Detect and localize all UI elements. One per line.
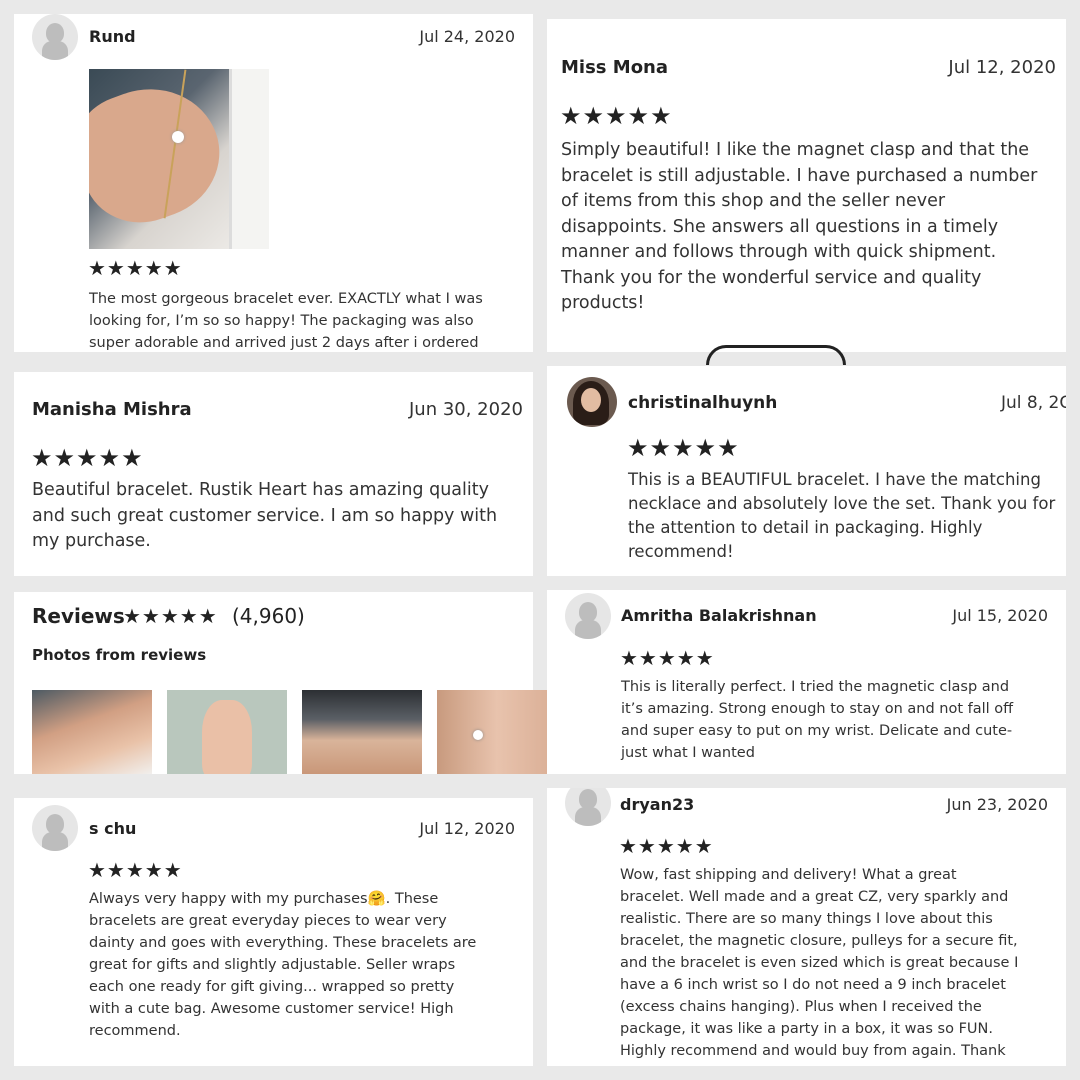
photos-from-reviews-label: Photos from reviews <box>32 646 207 664</box>
review-card-dryan23: dryan23 Jun 23, 2020 ★★★★★ Wow, fast shi… <box>547 788 1066 1066</box>
reviews-count: (4,960) <box>232 604 305 628</box>
avatar[interactable] <box>565 788 611 826</box>
review-text: Always very happy with my purchases🤗. Th… <box>89 891 477 1039</box>
star-rating: ★★★★★ <box>620 646 715 670</box>
star-rating: ★★★★★ <box>619 834 714 858</box>
reviewer-name[interactable]: s chu <box>89 819 136 838</box>
star-rating: ★★★★★ <box>88 256 183 280</box>
more-button-edge[interactable] <box>706 345 846 365</box>
reviewer-name[interactable]: christinalhuynh <box>628 393 777 413</box>
avatar[interactable] <box>32 14 78 60</box>
review-card-s-chu: s chu Jul 12, 2020 ★★★★★ Always very hap… <box>14 798 533 1066</box>
review-card-amritha: Amritha Balakrishnan Jul 15, 2020 ★★★★★ … <box>547 590 1066 774</box>
star-rating: ★★★★★ <box>560 102 673 130</box>
star-rating: ★★★★★ <box>627 434 740 462</box>
summary-star-rating: ★★★★★ <box>123 604 218 628</box>
review-card-miss-mona: Miss Mona Jul 12, 2020 ★★★★★ Simply beau… <box>547 19 1066 352</box>
review-date: Jul 24, 2020 <box>419 27 515 46</box>
review-date: Jul 15, 2020 <box>952 606 1048 625</box>
review-text: This is a BEAUTIFUL bracelet. I have the… <box>628 470 1056 561</box>
reviews-title: Reviews <box>32 604 125 628</box>
review-card-rund: Rund Jul 24, 2020 ★★★★★ The most gorgeou… <box>14 14 533 352</box>
review-photo-thumbnail[interactable] <box>167 690 287 774</box>
review-text: Simply beautiful! I like the magnet clas… <box>561 140 1038 313</box>
reviewer-name[interactable]: Rund <box>89 27 136 46</box>
review-photo[interactable] <box>89 69 269 249</box>
avatar[interactable] <box>565 593 611 639</box>
review-text: Beautiful bracelet. Rustik Heart has ama… <box>32 480 498 551</box>
review-date: Jul 8, 2C <box>1001 393 1066 413</box>
reviewer-name[interactable]: Amritha Balakrishnan <box>621 606 817 625</box>
review-date: Jun 23, 2020 <box>946 795 1048 814</box>
review-text: This is literally perfect. I tried the m… <box>621 679 1014 761</box>
star-rating: ★★★★★ <box>31 444 144 472</box>
review-photo-thumbnail[interactable] <box>437 690 557 774</box>
reviewer-name[interactable]: Manisha Mishra <box>32 399 192 420</box>
reviewer-name[interactable]: Miss Mona <box>561 57 668 78</box>
review-card-christina: christinalhuynh Jul 8, 2C ★★★★★ This is … <box>547 366 1066 576</box>
review-text: The most gorgeous bracelet ever. EXACTLY… <box>89 291 483 351</box>
review-card-manisha: Manisha Mishra Jun 30, 2020 ★★★★★ Beauti… <box>14 372 533 576</box>
review-date: Jun 30, 2020 <box>408 399 523 420</box>
star-rating: ★★★★★ <box>88 858 183 882</box>
review-photo-thumbnail[interactable] <box>302 690 422 774</box>
review-photo-thumbnail[interactable] <box>32 690 152 774</box>
avatar[interactable] <box>32 805 78 851</box>
review-date: Jul 12, 2020 <box>419 819 515 838</box>
reviewer-name[interactable]: dryan23 <box>620 795 694 814</box>
avatar[interactable] <box>567 377 617 427</box>
review-date: Jul 12, 2020 <box>948 57 1056 78</box>
review-text: Wow, fast shipping and delivery! What a … <box>620 867 1019 1059</box>
